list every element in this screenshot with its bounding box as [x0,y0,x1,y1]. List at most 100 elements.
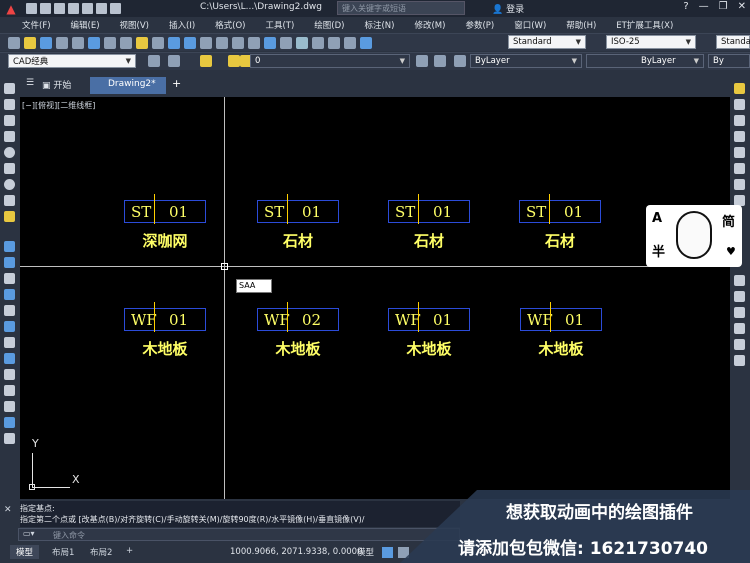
help-icon[interactable] [360,36,372,49]
material-tag[interactable]: ST 01 [124,194,206,224]
material-tag[interactable]: WF 02 [257,302,339,332]
tab-layout1[interactable]: 布局1 [46,545,80,559]
dynamic-input[interactable]: SAA [236,279,272,293]
material-tag[interactable]: WF 01 [124,302,206,332]
zoom-realtime-icon[interactable] [216,36,228,49]
spline-icon[interactable] [4,195,15,206]
mirror-icon[interactable] [734,115,745,126]
sticky-icon[interactable] [4,369,15,380]
cut-icon[interactable] [104,36,116,49]
layer-state-icon[interactable] [454,55,466,67]
layer-previous-icon[interactable] [434,55,446,67]
close-icon[interactable]: ✕ [4,505,12,515]
fillet-icon[interactable] [734,323,745,334]
point-icon[interactable] [4,273,15,284]
tab-drawing[interactable]: Drawing2* [90,77,166,94]
minimize-icon[interactable]: — [699,1,709,12]
gradient-icon[interactable] [4,289,15,300]
workspace-dropdown[interactable]: CAD经典 ▼ [8,54,136,68]
open-icon[interactable] [24,36,36,49]
pan-icon[interactable] [200,36,212,49]
gear-icon[interactable] [4,385,15,396]
color-dropdown[interactable]: ByLayer ▼ [470,54,582,68]
sheet-set-icon[interactable] [312,36,324,49]
tools-icon[interactable] [4,417,15,428]
polygon-icon[interactable] [4,115,15,126]
save-as-icon[interactable] [68,3,79,14]
menu-tools[interactable]: 工具(T) [265,19,294,31]
menu-window[interactable]: 窗口(W) [514,19,546,31]
calculator-icon[interactable] [344,36,356,49]
menu-view[interactable]: 视图(V) [120,19,149,31]
rectangle-icon[interactable] [4,131,15,142]
table-icon[interactable] [4,321,15,332]
login-link[interactable]: 👤 登录 [492,2,524,15]
material-tag[interactable]: ST 01 [388,194,470,224]
material-tag[interactable]: WF 01 [388,302,470,332]
properties-icon[interactable] [264,36,276,49]
menu-icon[interactable]: ☰ [26,78,34,88]
tool-palette-icon[interactable] [296,36,308,49]
array-icon[interactable] [734,147,745,158]
rotate-icon[interactable] [734,179,745,190]
zoom-previous-icon[interactable] [248,36,260,49]
menu-file[interactable]: 文件(F) [22,19,51,31]
drawing-canvas[interactable]: [−][俯视][二维线框] ST 01 深咖网 ST 01 石材 ST 01 石… [20,97,730,499]
hatch-icon[interactable] [4,211,15,222]
copy-object-icon[interactable] [734,99,745,110]
menu-edit[interactable]: 编辑(E) [71,19,100,31]
block-icon[interactable] [4,241,15,252]
command-prompt-icon[interactable]: ▭▾ [23,529,35,538]
tab-layout2[interactable]: 布局2 [84,545,118,559]
material-tag[interactable]: WF 01 [520,302,602,332]
command-input[interactable]: ▭▾ 键入命令 [18,528,460,541]
menu-modify[interactable]: 修改(M) [414,19,445,31]
insert-block-icon[interactable] [4,257,15,268]
layer-on-icon[interactable] [200,55,212,67]
match-prop-icon[interactable] [152,36,164,49]
material-tag[interactable]: ST 01 [519,194,601,224]
dim-style-dropdown[interactable]: ISO-25 ▼ [606,35,696,49]
region-icon[interactable] [4,305,15,316]
maximize-icon[interactable]: ❐ [719,1,728,12]
zoom-window-icon[interactable] [232,36,244,49]
polyline-icon[interactable] [4,99,15,110]
ellipse-icon[interactable] [4,179,15,190]
paste-icon[interactable] [136,36,148,49]
join-icon[interactable] [734,291,745,302]
save-icon[interactable] [54,3,65,14]
menu-format[interactable]: 格式(O) [215,19,245,31]
grid-icon[interactable] [382,547,393,558]
save-icon[interactable] [40,36,52,49]
mtext-icon[interactable] [4,337,15,348]
make-current-layer-icon[interactable] [416,55,428,67]
close-icon[interactable]: ✕ [738,1,746,12]
redo-icon[interactable] [110,3,121,14]
text-style-dropdown[interactable]: Standard ▼ [508,35,586,49]
circle-icon[interactable] [4,147,15,158]
plot-icon[interactable] [56,36,68,49]
menu-dimension[interactable]: 标注(N) [364,19,394,31]
settings-icon[interactable] [4,401,15,412]
layer-tool-icon[interactable] [4,353,15,364]
arc-icon[interactable] [4,163,15,174]
new-icon[interactable] [26,3,37,14]
viewport-controls[interactable]: [−][俯视][二维线框] [22,100,95,111]
design-center-icon[interactable] [280,36,292,49]
table-style-dropdown[interactable]: Standa [716,35,750,49]
layer-freeze-icon[interactable] [228,55,240,67]
menu-express-tools[interactable]: ET扩展工具(X) [616,19,673,31]
layer-properties-icon[interactable] [168,55,180,67]
undo-icon[interactable] [96,3,107,14]
tab-start[interactable]: ▣ 开始 [42,78,71,91]
undo-icon[interactable] [168,36,180,49]
extra-icon[interactable] [4,433,15,444]
material-tag[interactable]: ST 01 [257,194,339,224]
preview-icon[interactable] [72,36,84,49]
menu-help[interactable]: 帮助(H) [566,19,596,31]
line-icon[interactable] [4,83,15,94]
app-logo[interactable]: ▲ [0,0,22,17]
erase-icon[interactable] [734,83,745,94]
markup-icon[interactable] [328,36,340,49]
offset-icon[interactable] [734,131,745,142]
